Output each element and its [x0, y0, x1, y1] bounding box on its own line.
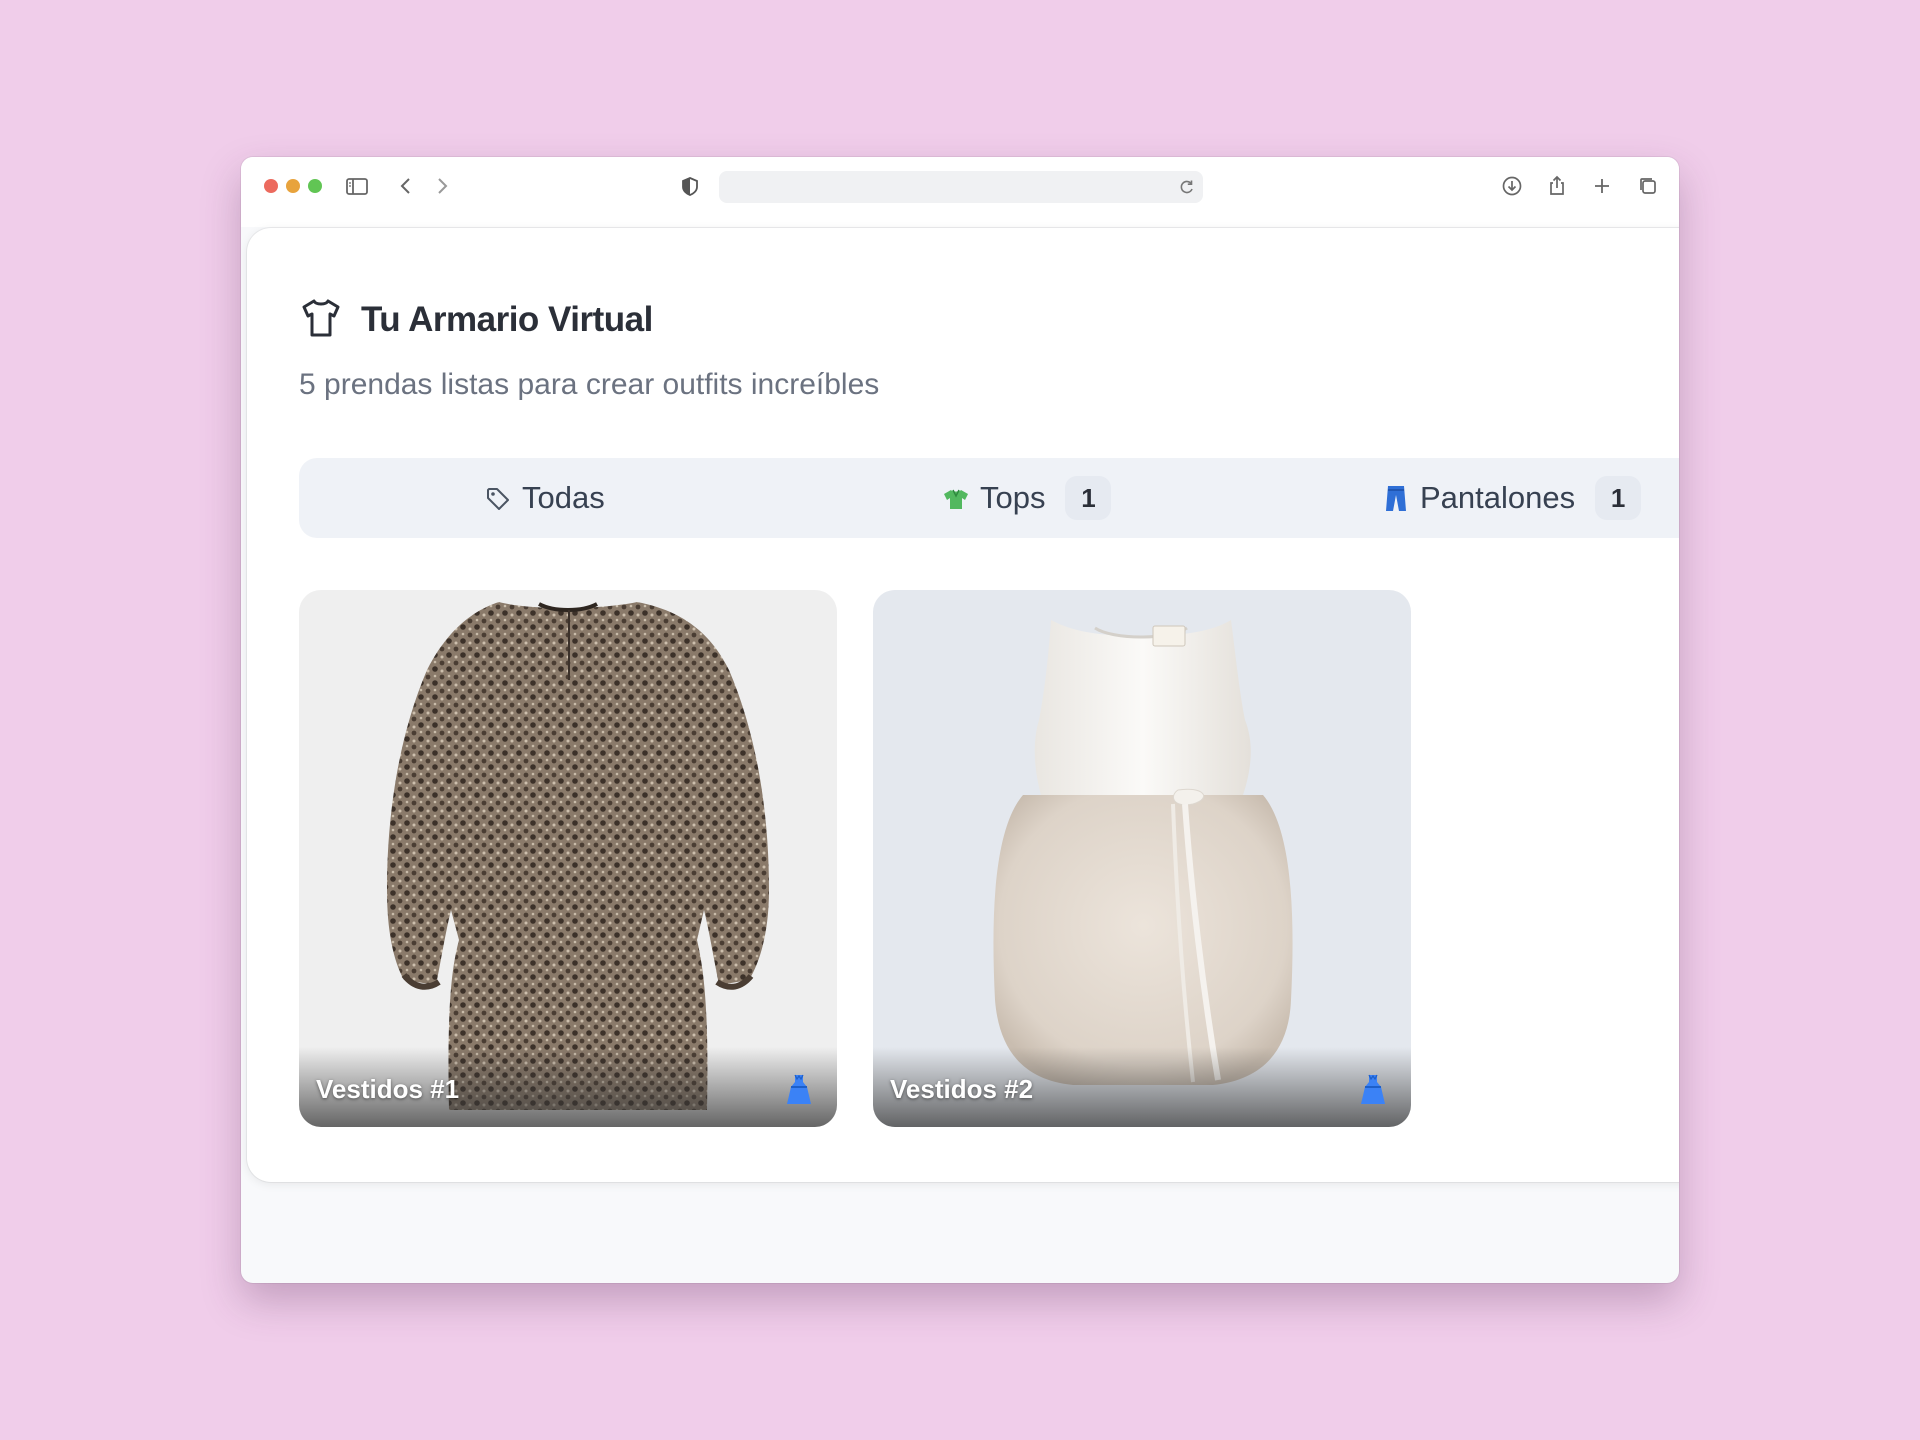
download-icon[interactable] [1497, 171, 1527, 201]
garment-label: Vestidos #1 [316, 1074, 460, 1104]
sidebar-icon[interactable] [342, 171, 372, 201]
tag-icon [484, 482, 512, 514]
reload-icon[interactable] [1175, 175, 1199, 199]
garment-label: Vestidos #2 [890, 1074, 1034, 1104]
page-title: Tu Armario Virtual [361, 300, 653, 339]
garment-card[interactable]: Vestidos #1 [299, 590, 837, 1127]
tab-pantalones[interactable]: Pantalones 1 [1382, 458, 1642, 538]
shield-icon[interactable] [675, 171, 705, 201]
share-icon[interactable] [1542, 171, 1572, 201]
category-tabs: Todas Tops 1 Pantalones 1 [299, 458, 1679, 538]
wardrobe-card: Tu Armario Virtual 5 prendas listas para… [247, 228, 1679, 1182]
close-window-button[interactable] [264, 179, 278, 193]
green-shirt-icon [942, 482, 970, 514]
zoom-window-button[interactable] [308, 179, 322, 193]
tab-tops[interactable]: Tops 1 [942, 458, 1112, 538]
dress-icon [785, 1073, 813, 1107]
page-subtitle: 5 prendas listas para crear outfits incr… [299, 368, 880, 401]
tab-todas[interactable]: Todas [484, 458, 605, 538]
dress-icon [1359, 1073, 1387, 1107]
tab-label: Todas [522, 480, 605, 515]
jeans-icon [1382, 482, 1410, 514]
tab-count-badge: 1 [1065, 476, 1112, 520]
back-icon[interactable] [391, 171, 421, 201]
new-tab-icon[interactable] [1587, 171, 1617, 201]
garment-card[interactable]: Vestidos #2 [873, 590, 1411, 1127]
tshirt-icon [299, 296, 343, 340]
address-input[interactable] [731, 175, 1165, 201]
tab-label: Tops [980, 480, 1046, 515]
address-bar[interactable] [719, 171, 1203, 203]
tabs-overview-icon[interactable] [1633, 171, 1663, 201]
browser-toolbar [241, 157, 1679, 227]
forward-icon[interactable] [427, 171, 457, 201]
tab-label: Pantalones [1420, 480, 1576, 515]
minimize-window-button[interactable] [286, 179, 300, 193]
tab-count-badge: 1 [1595, 476, 1642, 520]
browser-window: Tu Armario Virtual 5 prendas listas para… [241, 157, 1679, 1283]
